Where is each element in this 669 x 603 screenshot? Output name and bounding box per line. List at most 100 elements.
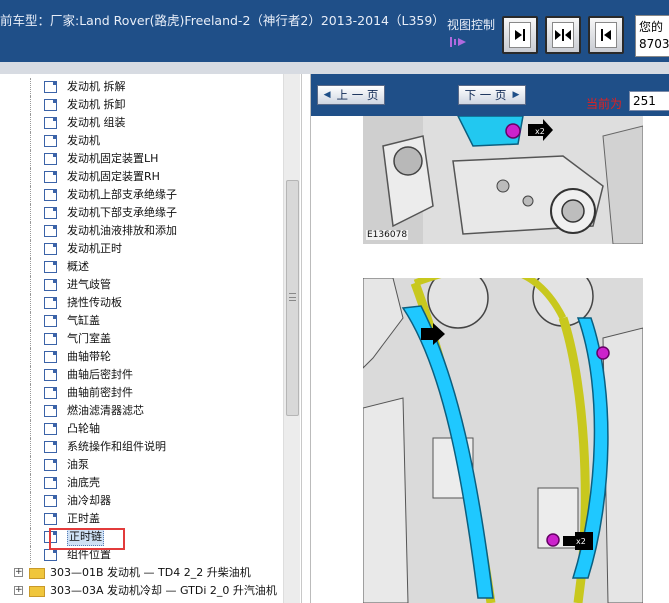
tree-item[interactable]: 发动机 组装 — [0, 114, 283, 132]
tree-item[interactable]: 组件位置 — [0, 546, 283, 564]
tree-item[interactable]: 凸轮轴 — [0, 420, 283, 438]
figure-caption: E136078 — [366, 230, 409, 240]
user-label: 您的 — [639, 20, 664, 34]
tree-item-label: 油底壳 — [67, 476, 100, 489]
tree-item[interactable]: 油底壳 — [0, 474, 283, 492]
tree-item-label: 发动机固定装置LH — [67, 152, 159, 165]
document-icon — [44, 171, 57, 183]
document-icon — [44, 333, 57, 345]
tree-item[interactable]: 油泵 — [0, 456, 283, 474]
user-value: 87038 — [639, 37, 669, 51]
expand-icon[interactable]: + — [14, 586, 23, 595]
grip-icon — [289, 293, 296, 301]
document-icon — [44, 495, 57, 507]
document-icon — [44, 135, 57, 147]
tree-item[interactable]: 气门室盖 — [0, 330, 283, 348]
diagram-area: x2 E136078 x2 — [311, 116, 669, 603]
document-icon — [44, 153, 57, 165]
tree-item-label: 发动机固定装置RH — [67, 170, 160, 183]
tree-item[interactable]: 发动机固定装置LH — [0, 150, 283, 168]
tree-folder-label: 303—01B 发动机 — TD4 2_2 升柴油机 — [50, 566, 251, 579]
tree-item-label: 发动机下部支承绝缘子 — [67, 206, 177, 219]
tree-item-label: 发动机上部支承绝缘子 — [67, 188, 177, 201]
selection-highlight-box — [49, 528, 125, 550]
tree-item[interactable]: 发动机上部支承绝缘子 — [0, 186, 283, 204]
tree-item-label: 曲轴带轮 — [67, 350, 111, 363]
tree-item[interactable]: 发动机油液排放和添加 — [0, 222, 283, 240]
folder-icon — [29, 568, 45, 579]
split-view-icon — [552, 22, 574, 48]
align-right-button[interactable] — [502, 16, 538, 54]
document-icon — [44, 387, 57, 399]
tree-scrollbar[interactable] — [283, 74, 300, 603]
tree-item-label: 发动机油液排放和添加 — [67, 224, 177, 237]
vehicle-title: 前车型：厂家:Land Rover(路虎)Freeland-2（神行者2）201… — [0, 13, 445, 28]
document-icon — [44, 225, 57, 237]
tree-item[interactable]: 发动机下部支承绝缘子 — [0, 204, 283, 222]
tree-item[interactable]: 正时盖 — [0, 510, 283, 528]
document-icon — [44, 99, 57, 111]
tree-item[interactable]: 油冷却器 — [0, 492, 283, 510]
tree-folder-label: 303—03A 发动机冷却 — GTDi 2_0 升汽油机 — [50, 584, 277, 597]
tree-scrollbar-thumb[interactable] — [286, 180, 299, 416]
tree-item[interactable]: 挠性传动板 — [0, 294, 283, 312]
tree-item[interactable]: 发动机 — [0, 132, 283, 150]
tree-item-label: 燃油滤清器滤芯 — [67, 404, 144, 417]
tree-item[interactable]: 气缸盖 — [0, 312, 283, 330]
left-arrow-icon: ◀ — [323, 90, 331, 100]
tree-item[interactable]: 燃油滤清器滤芯 — [0, 402, 283, 420]
view-control-arrows-icon — [450, 37, 466, 47]
callout-x2: x2 — [535, 127, 545, 136]
tree-item[interactable]: 概述 — [0, 258, 283, 276]
document-icon — [44, 279, 57, 291]
tree-item[interactable]: 系统操作和组件说明 — [0, 438, 283, 456]
folder-icon — [29, 586, 45, 597]
tree-list: 发动机 拆解 发动机 拆卸 发动机 组装 发动机 发动机固定装置LH 发动机固定… — [0, 78, 283, 600]
prev-page-label: 上 一 页 — [336, 88, 379, 102]
expand-icon[interactable]: + — [14, 568, 23, 577]
tree-item-label: 油泵 — [67, 458, 89, 471]
top-header: 前车型：厂家:Land Rover(路虎)Freeland-2（神行者2）201… — [0, 0, 669, 62]
tree-item[interactable]: 曲轴带轮 — [0, 348, 283, 366]
document-icon — [44, 261, 57, 273]
tree-item[interactable]: 发动机正时 — [0, 240, 283, 258]
document-icon — [44, 297, 57, 309]
prev-page-button[interactable]: ◀ 上 一 页 — [317, 85, 385, 105]
current-page-input[interactable]: 251 — [629, 91, 669, 111]
right-arrow-icon: ▶ — [512, 90, 520, 100]
tree-item[interactable]: 曲轴后密封件 — [0, 366, 283, 384]
tree-item[interactable]: 发动机 拆解 — [0, 78, 283, 96]
figure-timing-chain-tensioner: x2 E136078 — [363, 116, 643, 244]
split-view-button[interactable] — [545, 16, 581, 54]
tree-item[interactable]: 曲轴前密封件 — [0, 384, 283, 402]
align-left-button[interactable] — [588, 16, 624, 54]
tree-item-label: 发动机正时 — [67, 242, 122, 255]
content-pane: ◀ 上 一 页 下 一 页 ▶ 当前为 251 x2 E136078 x2 — [310, 74, 669, 603]
tree-item-label: 挠性传动板 — [67, 296, 122, 309]
document-icon — [44, 513, 57, 525]
tree-item-label: 发动机 — [67, 134, 100, 147]
tree-item[interactable]: 发动机固定装置RH — [0, 168, 283, 186]
tree-item-label: 发动机 拆卸 — [67, 98, 126, 111]
document-icon — [44, 81, 57, 93]
document-icon — [44, 315, 57, 327]
tree-item-label: 油冷却器 — [67, 494, 111, 507]
tree-item[interactable]: 发动机 拆卸 — [0, 96, 283, 114]
next-page-button[interactable]: 下 一 页 ▶ — [458, 85, 526, 105]
tree-item-selected[interactable]: 正时链 — [0, 528, 283, 546]
tree-item-label: 气门室盖 — [67, 332, 111, 345]
document-icon — [44, 189, 57, 201]
tree-item-label: 概述 — [67, 260, 89, 273]
tree-folder[interactable]: +303—03A 发动机冷却 — GTDi 2_0 升汽油机 — [0, 582, 283, 600]
engine-illustration-top: x2 — [363, 116, 643, 244]
document-icon — [44, 351, 57, 363]
tree-folder[interactable]: +303—01B 发动机 — TD4 2_2 升柴油机 — [0, 564, 283, 582]
callout-x2-bottom: x2 — [576, 537, 586, 546]
tree-item-label: 凸轮轴 — [67, 422, 100, 435]
tree-item-label: 系统操作和组件说明 — [67, 440, 166, 453]
engine-illustration-bottom: x2 — [363, 278, 643, 603]
document-icon — [44, 243, 57, 255]
document-icon — [44, 459, 57, 471]
tree-item[interactable]: 进气歧管 — [0, 276, 283, 294]
current-page-label: 当前为 — [586, 97, 623, 111]
